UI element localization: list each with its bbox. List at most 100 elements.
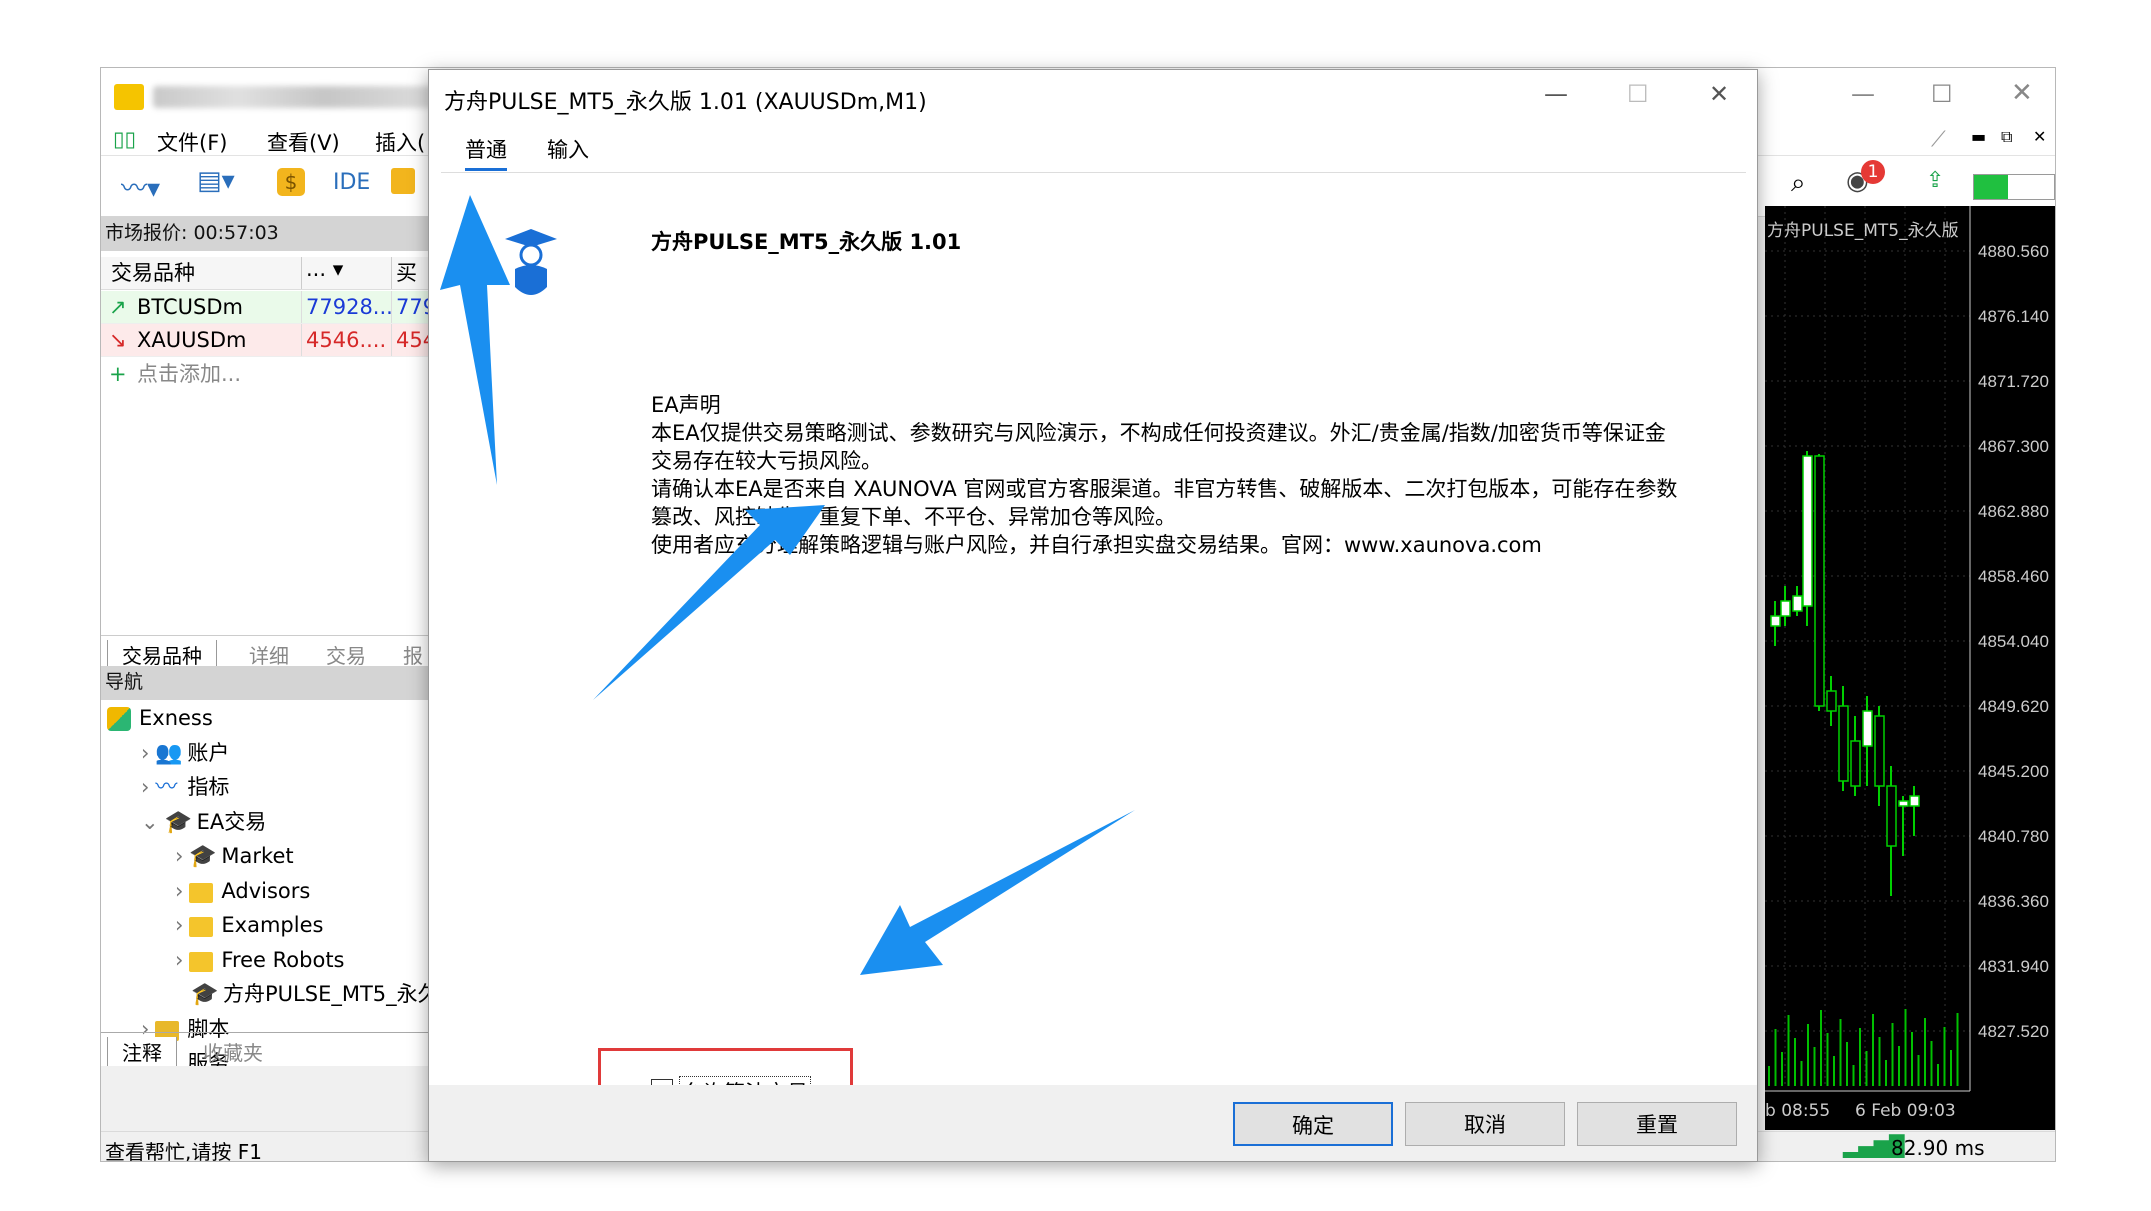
candle-body [1770, 615, 1781, 627]
navigator-item-label: EA交易 [196, 809, 267, 834]
chart-bars-icon: ▯▯ [113, 127, 137, 151]
navigator-item-label: 方舟PULSE_MT5_永久版 [223, 982, 431, 1006]
symbol-name: BTCUSDm [137, 295, 243, 319]
navigator-item-label: Examples [221, 913, 324, 937]
status-help-text: 查看帮忙,请按 F1 [105, 1140, 262, 1162]
tab-favorites[interactable]: 收藏夹 [203, 1037, 263, 1066]
navigator-item-label: 账户 [187, 740, 230, 765]
bid-value: 77928... [301, 291, 391, 323]
navigator-item[interactable]: ⌄ 🎓 EA交易 [141, 806, 266, 838]
statement-line: 篡改、风控缺失、重复下单、不平仓、异常加仓等风险。 [651, 505, 1176, 529]
candle-body [1792, 595, 1803, 612]
navigator-item-label: Market [221, 844, 294, 868]
navigator-panel: 导航 Exness › 👥 账户 › 〰指标 ⌄ 🎓 EA交易 › 🎓 Market › Advisors… [101, 666, 432, 1066]
tab-common[interactable]: 普通 [465, 134, 507, 171]
reset-button[interactable]: 重置 [1577, 1102, 1737, 1146]
navigator-item-label: Advisors [221, 878, 311, 903]
menu-insert[interactable]: 插入( [375, 127, 425, 157]
tab-details[interactable]: 详细 [249, 640, 289, 669]
price-label: 4831.940 [1978, 957, 2049, 976]
mdi-close-icon[interactable]: ✕ [2033, 127, 2046, 146]
minimize-icon[interactable]: — [1851, 80, 1875, 108]
ea-icon: 🎓 [191, 982, 219, 1007]
dialog-close-icon[interactable]: ✕ [1709, 80, 1729, 108]
price-label: 4862.880 [1978, 502, 2049, 521]
col-bid[interactable]: ... ▾ [301, 257, 381, 289]
col-ask[interactable]: 买 [391, 257, 431, 289]
ea-properties-dialog: 方舟PULSE_MT5_永久版 1.01 (XAUUSDm,M1) — ☐ ✕ … [428, 69, 1758, 1162]
close-icon[interactable]: ✕ [2011, 78, 2033, 108]
tab-trading[interactable]: 交易 [326, 640, 366, 669]
search-icon[interactable]: ⌕ [1791, 168, 1806, 199]
chevron-icon[interactable]: ⌄ [141, 810, 159, 834]
navigator-item[interactable]: › Free Robots [175, 944, 345, 976]
folder-icon [189, 917, 214, 937]
chevron-icon[interactable]: › [175, 844, 183, 868]
statement-line: 使用者应充分理解策略逻辑与账户风险，并自行承担实盘交易结果。官网：www.xau… [651, 533, 1542, 557]
unpin-icon[interactable]: ⟋ [1931, 127, 1946, 152]
market-watch-row[interactable]: ↗ BTCUSDm 77928... 7794 [101, 291, 431, 324]
market-bag-icon[interactable] [391, 168, 415, 194]
chevron-icon[interactable]: › [175, 913, 183, 937]
market-watch-row[interactable]: ↘ XAUUSDm 4546.... 454 [101, 324, 431, 357]
folder-icon [189, 882, 214, 903]
navigator-item[interactable]: 🎓方舟PULSE_MT5_永久版 [175, 978, 431, 1010]
chevron-icon[interactable]: › [175, 948, 183, 972]
accounts-icon: 👥 [155, 740, 183, 766]
tab-content: 方舟PULSE_MT5_永久版 1.01 EA声明 本EA仅提供交易策略测试、参… [441, 172, 1746, 1163]
chevron-icon[interactable]: › [141, 741, 149, 765]
ide-button[interactable]: IDE [333, 170, 370, 195]
chevron-icon[interactable]: › [141, 775, 149, 799]
navigator-tree: Exness › 👥 账户 › 〰指标 ⌄ 🎓 EA交易 › 🎓 Market › Advisors › Ex… [101, 702, 431, 1066]
arrow-up-icon: ↗ [109, 295, 127, 319]
ea-graduate-icon [505, 229, 557, 295]
market-watch-header: 交易品种 ... ▾ 买 [101, 257, 431, 290]
chart-window-icon[interactable]: ▤▾ [197, 166, 235, 196]
market-watch-tabs: 交易品种 详细 交易 报 [101, 635, 431, 670]
dialog-minimize-icon[interactable]: — [1544, 80, 1568, 108]
signal-meter [1973, 174, 2055, 200]
navigator-title: 导航 [101, 666, 431, 700]
col-symbol[interactable]: 交易品种 [107, 257, 287, 289]
navigator-item[interactable]: › Examples [175, 909, 323, 941]
tab-ticks[interactable]: 报 [403, 640, 423, 669]
navigator-item[interactable]: › 🎓 Market [175, 840, 294, 872]
dollar-icon[interactable]: $ [277, 168, 305, 196]
blurred-account-title [153, 86, 438, 108]
ask-value: 454 [391, 324, 431, 356]
line-chart-icon[interactable]: 〰▾ [121, 168, 160, 205]
price-label: 4827.520 [1978, 1022, 2049, 1041]
mdi-minimize-icon[interactable]: ▬ [1971, 127, 1986, 146]
time-label: 6 Feb 09:03 [1855, 1101, 1956, 1121]
price-label: 4858.460 [1978, 567, 2049, 586]
price-chart[interactable]: 4880.560 4876.140 4871.720 4867.300 4862.880… [1765, 206, 2055, 1130]
cancel-button[interactable]: 取消 [1405, 1102, 1565, 1146]
lvl-icon[interactable]: ⇪ [1926, 168, 1944, 193]
exness-icon [107, 707, 131, 731]
chevron-icon[interactable]: › [175, 879, 183, 903]
candle-body [1838, 705, 1849, 782]
maximize-icon[interactable]: ☐ [1931, 80, 1953, 108]
mt5-logo-icon [114, 84, 144, 110]
navigator-item-label: Free Robots [221, 947, 345, 972]
ok-button[interactable]: 确定 [1233, 1102, 1393, 1146]
navigator-item[interactable]: Exness [107, 702, 213, 734]
navigator-item[interactable]: › 〰指标 [141, 771, 229, 803]
tab-common[interactable]: 注释 [107, 1037, 177, 1066]
candle-body [1826, 690, 1837, 712]
menu-file[interactable]: 文件(F) [157, 127, 227, 157]
candle-body [1909, 795, 1920, 807]
folder-icon [189, 951, 214, 972]
add-symbol-row[interactable]: + 点击添加... [101, 358, 431, 390]
tab-inputs[interactable]: 输入 [547, 134, 589, 164]
menu-view[interactable]: 查看(V) [267, 127, 340, 157]
price-label: 4845.200 [1978, 762, 2049, 781]
candle-body [1780, 600, 1791, 617]
dialog-separator [441, 128, 1746, 129]
candle-body [1862, 710, 1873, 747]
mdi-restore-icon[interactable]: ⧉ [2001, 127, 2012, 147]
navigator-item[interactable]: › 👥 账户 [141, 737, 229, 769]
statement-block: EA声明 本EA仅提供交易策略测试、参数研究与风险演示，不构成任何投资建议。外汇… [651, 391, 1677, 559]
navigator-item[interactable]: › Advisors [175, 875, 310, 907]
chart-canvas: 4880.560 4876.140 4871.720 4867.300 4862.880… [1765, 206, 2049, 1121]
